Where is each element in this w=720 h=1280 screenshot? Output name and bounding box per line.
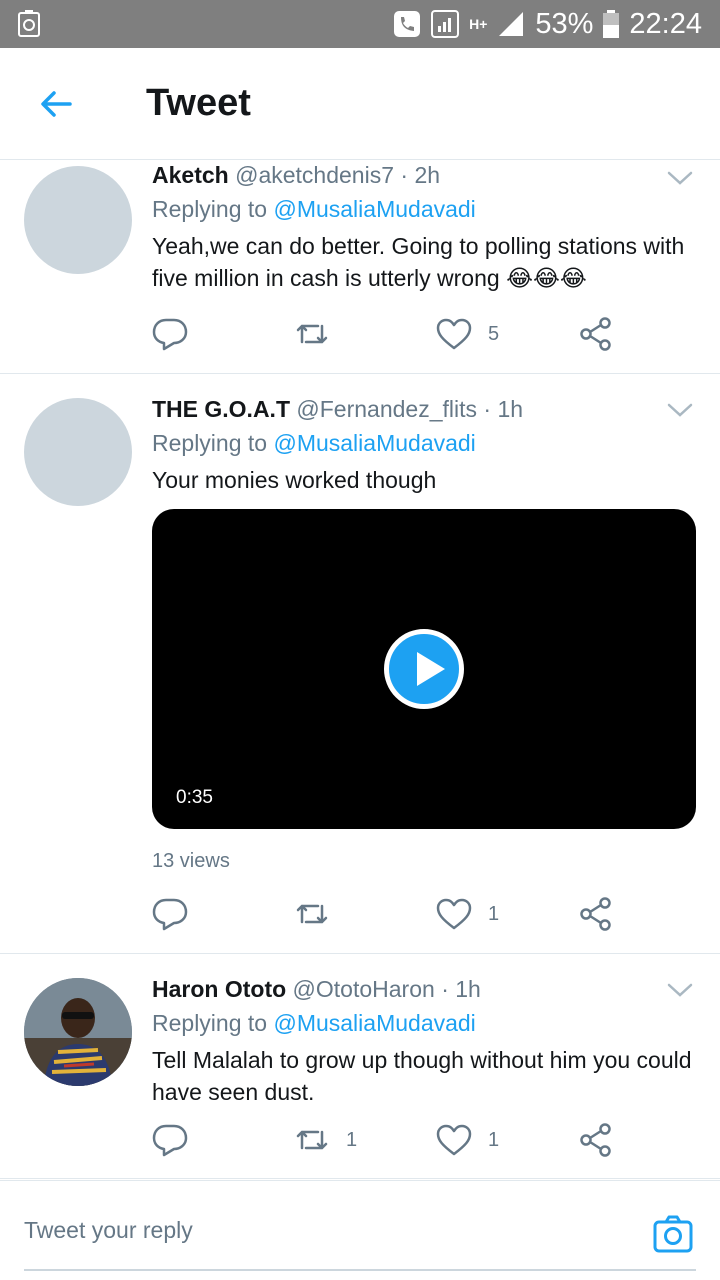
user-handle[interactable]: @aketchdenis7 bbox=[235, 162, 394, 188]
replying-prefix: Replying to bbox=[152, 1010, 268, 1036]
retweet-button[interactable]: 1 bbox=[294, 1118, 357, 1162]
clock: 22:24 bbox=[629, 7, 702, 40]
tweet-text: Your monies worked though bbox=[152, 467, 437, 493]
timestamp[interactable]: 2h bbox=[414, 162, 440, 188]
tweet-actions: 5 bbox=[152, 312, 696, 356]
display-name[interactable]: THE G.O.A.T bbox=[152, 396, 290, 422]
avatar[interactable] bbox=[24, 978, 132, 1086]
tweet[interactable]: THE G.O.A.T @Fernandez_flits · 1h Replyi… bbox=[0, 374, 720, 954]
like-count: 1 bbox=[488, 1128, 500, 1151]
view-count: 13 views bbox=[152, 850, 230, 872]
share-button[interactable] bbox=[578, 312, 614, 356]
reply-composer: Tweet your reply bbox=[0, 1180, 720, 1280]
heart-icon bbox=[436, 898, 472, 930]
heart-icon bbox=[436, 318, 472, 350]
page-title: Tweet bbox=[146, 82, 251, 124]
share-icon bbox=[580, 1123, 611, 1157]
cell-signal-icon bbox=[499, 12, 524, 36]
battery-saver-icon bbox=[18, 10, 40, 37]
share-icon bbox=[580, 897, 611, 931]
top-app-bar: Tweet bbox=[0, 48, 720, 160]
reply-button[interactable] bbox=[152, 892, 204, 936]
battery-percent: 53% bbox=[535, 7, 594, 40]
status-bar: H+ 53% 22:24 bbox=[0, 0, 720, 48]
like-count: 1 bbox=[488, 902, 500, 925]
mention-link[interactable]: @MusaliaMudavadi bbox=[273, 1010, 475, 1036]
reply-list: Aketch @aketchdenis7 · 2h Replying to @M… bbox=[0, 160, 720, 1179]
user-handle[interactable]: @OtotoHaron bbox=[293, 976, 435, 1002]
replying-to: Replying to @MusaliaMudavadi bbox=[152, 1008, 696, 1038]
heart-icon bbox=[436, 1124, 472, 1156]
share-button[interactable] bbox=[578, 892, 614, 936]
video-player[interactable]: 0:35 bbox=[152, 509, 696, 829]
like-count: 5 bbox=[488, 322, 500, 345]
display-name[interactable]: Haron Ototo bbox=[152, 976, 286, 1002]
avatar[interactable] bbox=[24, 166, 132, 274]
timestamp[interactable]: 1h bbox=[497, 396, 523, 422]
separator: · bbox=[441, 976, 449, 1002]
replying-to: Replying to @MusaliaMudavadi bbox=[152, 428, 696, 458]
replying-prefix: Replying to bbox=[152, 430, 268, 456]
retweet-icon bbox=[296, 1130, 328, 1150]
signal-box-icon bbox=[431, 10, 460, 38]
timestamp[interactable]: 1h bbox=[455, 976, 481, 1002]
tweet-actions: 1 bbox=[152, 892, 696, 936]
display-name[interactable]: Aketch bbox=[152, 162, 229, 188]
back-arrow-icon[interactable] bbox=[34, 82, 78, 126]
like-button[interactable]: 1 bbox=[436, 1118, 499, 1162]
tweet-header: THE G.O.A.T @Fernandez_flits · 1h bbox=[152, 394, 696, 424]
tweet-header: Aketch @aketchdenis7 · 2h bbox=[152, 160, 696, 190]
avatar[interactable] bbox=[24, 398, 132, 506]
replying-to: Replying to @MusaliaMudavadi bbox=[152, 194, 696, 224]
share-icon bbox=[580, 317, 611, 351]
mention-link[interactable]: @MusaliaMudavadi bbox=[273, 196, 475, 222]
retweet-icon bbox=[296, 324, 328, 344]
call-icon bbox=[394, 11, 421, 37]
network-type: H+ bbox=[469, 16, 488, 32]
tweet-header: Haron Ototo @OtotoHaron · 1h bbox=[152, 974, 696, 1004]
reply-icon bbox=[152, 1124, 188, 1157]
retweet-count: 1 bbox=[346, 1128, 358, 1151]
separator: · bbox=[400, 162, 409, 188]
reply-button[interactable] bbox=[152, 312, 204, 356]
tweet[interactable]: Aketch @aketchdenis7 · 2h Replying to @M… bbox=[0, 160, 720, 374]
reply-button[interactable] bbox=[152, 1118, 204, 1162]
play-button[interactable] bbox=[384, 629, 464, 709]
retweet-button[interactable] bbox=[294, 892, 346, 936]
user-handle[interactable]: @Fernandez_flits bbox=[296, 396, 477, 422]
retweet-icon bbox=[296, 904, 328, 924]
tweet-text: Tell Malalah to grow up though without h… bbox=[152, 1047, 692, 1105]
profile-photo bbox=[24, 978, 132, 1086]
mention-link[interactable]: @MusaliaMudavadi bbox=[273, 430, 475, 456]
like-button[interactable]: 1 bbox=[436, 892, 499, 936]
retweet-button[interactable] bbox=[294, 312, 346, 356]
separator: · bbox=[483, 396, 492, 422]
camera-icon[interactable] bbox=[652, 1213, 694, 1255]
video-duration: 0:35 bbox=[176, 787, 213, 808]
like-button[interactable]: 5 bbox=[436, 312, 499, 356]
replying-prefix: Replying to bbox=[152, 196, 268, 222]
battery-icon bbox=[603, 10, 620, 38]
tweet-actions: 1 1 bbox=[152, 1118, 696, 1162]
share-button[interactable] bbox=[578, 1118, 614, 1162]
tweet-text: Yeah,we can do better. Going to polling … bbox=[152, 233, 685, 291]
reply-icon bbox=[152, 898, 188, 931]
input-underline bbox=[24, 1269, 696, 1271]
reply-input[interactable]: Tweet your reply bbox=[24, 1217, 193, 1244]
reply-icon bbox=[152, 318, 188, 351]
tweet[interactable]: Haron Ototo @OtotoHaron · 1h Replying to… bbox=[0, 954, 720, 1179]
